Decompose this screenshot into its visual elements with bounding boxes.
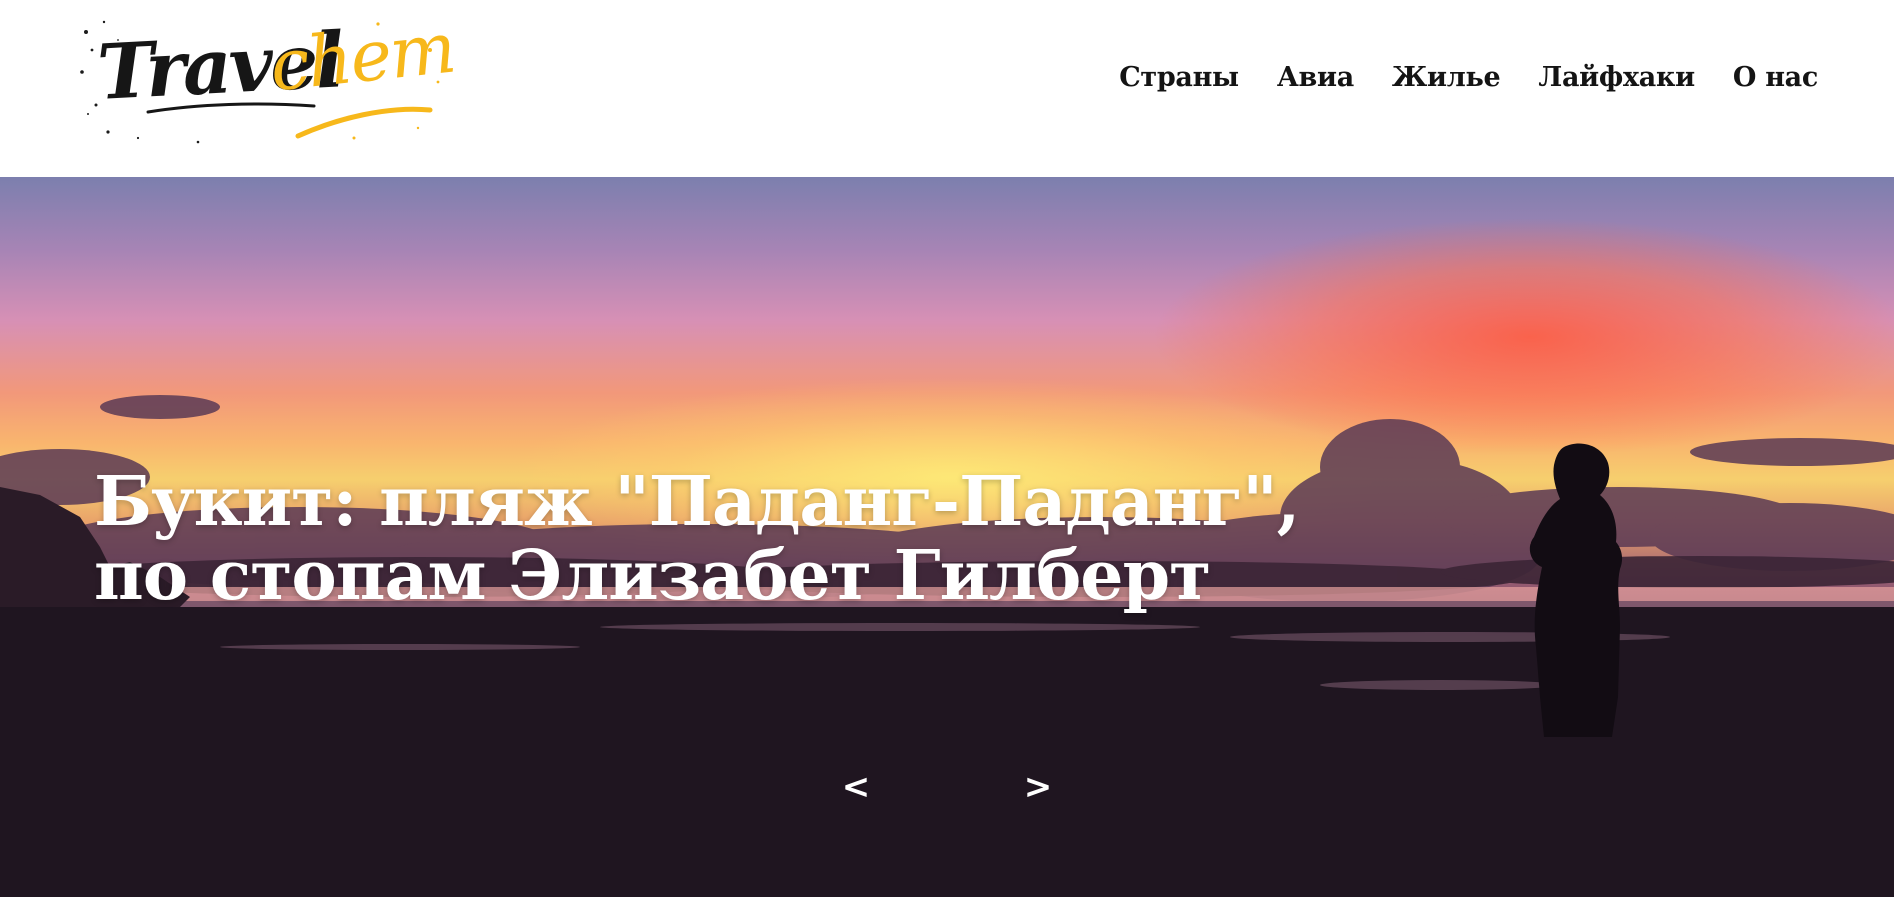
hero-slider: Букит: пляж "Паданг-Паданг", по стопам Э… <box>0 177 1894 897</box>
nav-item-avia[interactable]: Авиа <box>1277 62 1354 93</box>
nav-item-about[interactable]: О нас <box>1733 62 1818 93</box>
nav-item-lifehacks[interactable]: Лайфхаки <box>1538 62 1695 93</box>
hero-title-line1: Букит: пляж "Паданг-Паданг", <box>94 462 1300 542</box>
site-logo[interactable]: Travel chem <box>78 7 458 150</box>
nav-item-housing[interactable]: Жилье <box>1392 62 1501 93</box>
main-nav: Страны Авиа Жилье Лайфхаки О нас <box>1119 62 1818 93</box>
slider-next-button[interactable]: > <box>1020 767 1056 807</box>
site-header: Travel chem Страны Авиа Жилье Лайфхаки О… <box>0 0 1894 177</box>
hero-title-line2: по стопам Элизабет Гилберт <box>94 536 1211 616</box>
hero-title[interactable]: Букит: пляж "Паданг-Паданг", по стопам Э… <box>94 465 1394 613</box>
slider-prev-button[interactable]: < <box>838 767 874 807</box>
nav-item-countries[interactable]: Страны <box>1119 62 1239 93</box>
